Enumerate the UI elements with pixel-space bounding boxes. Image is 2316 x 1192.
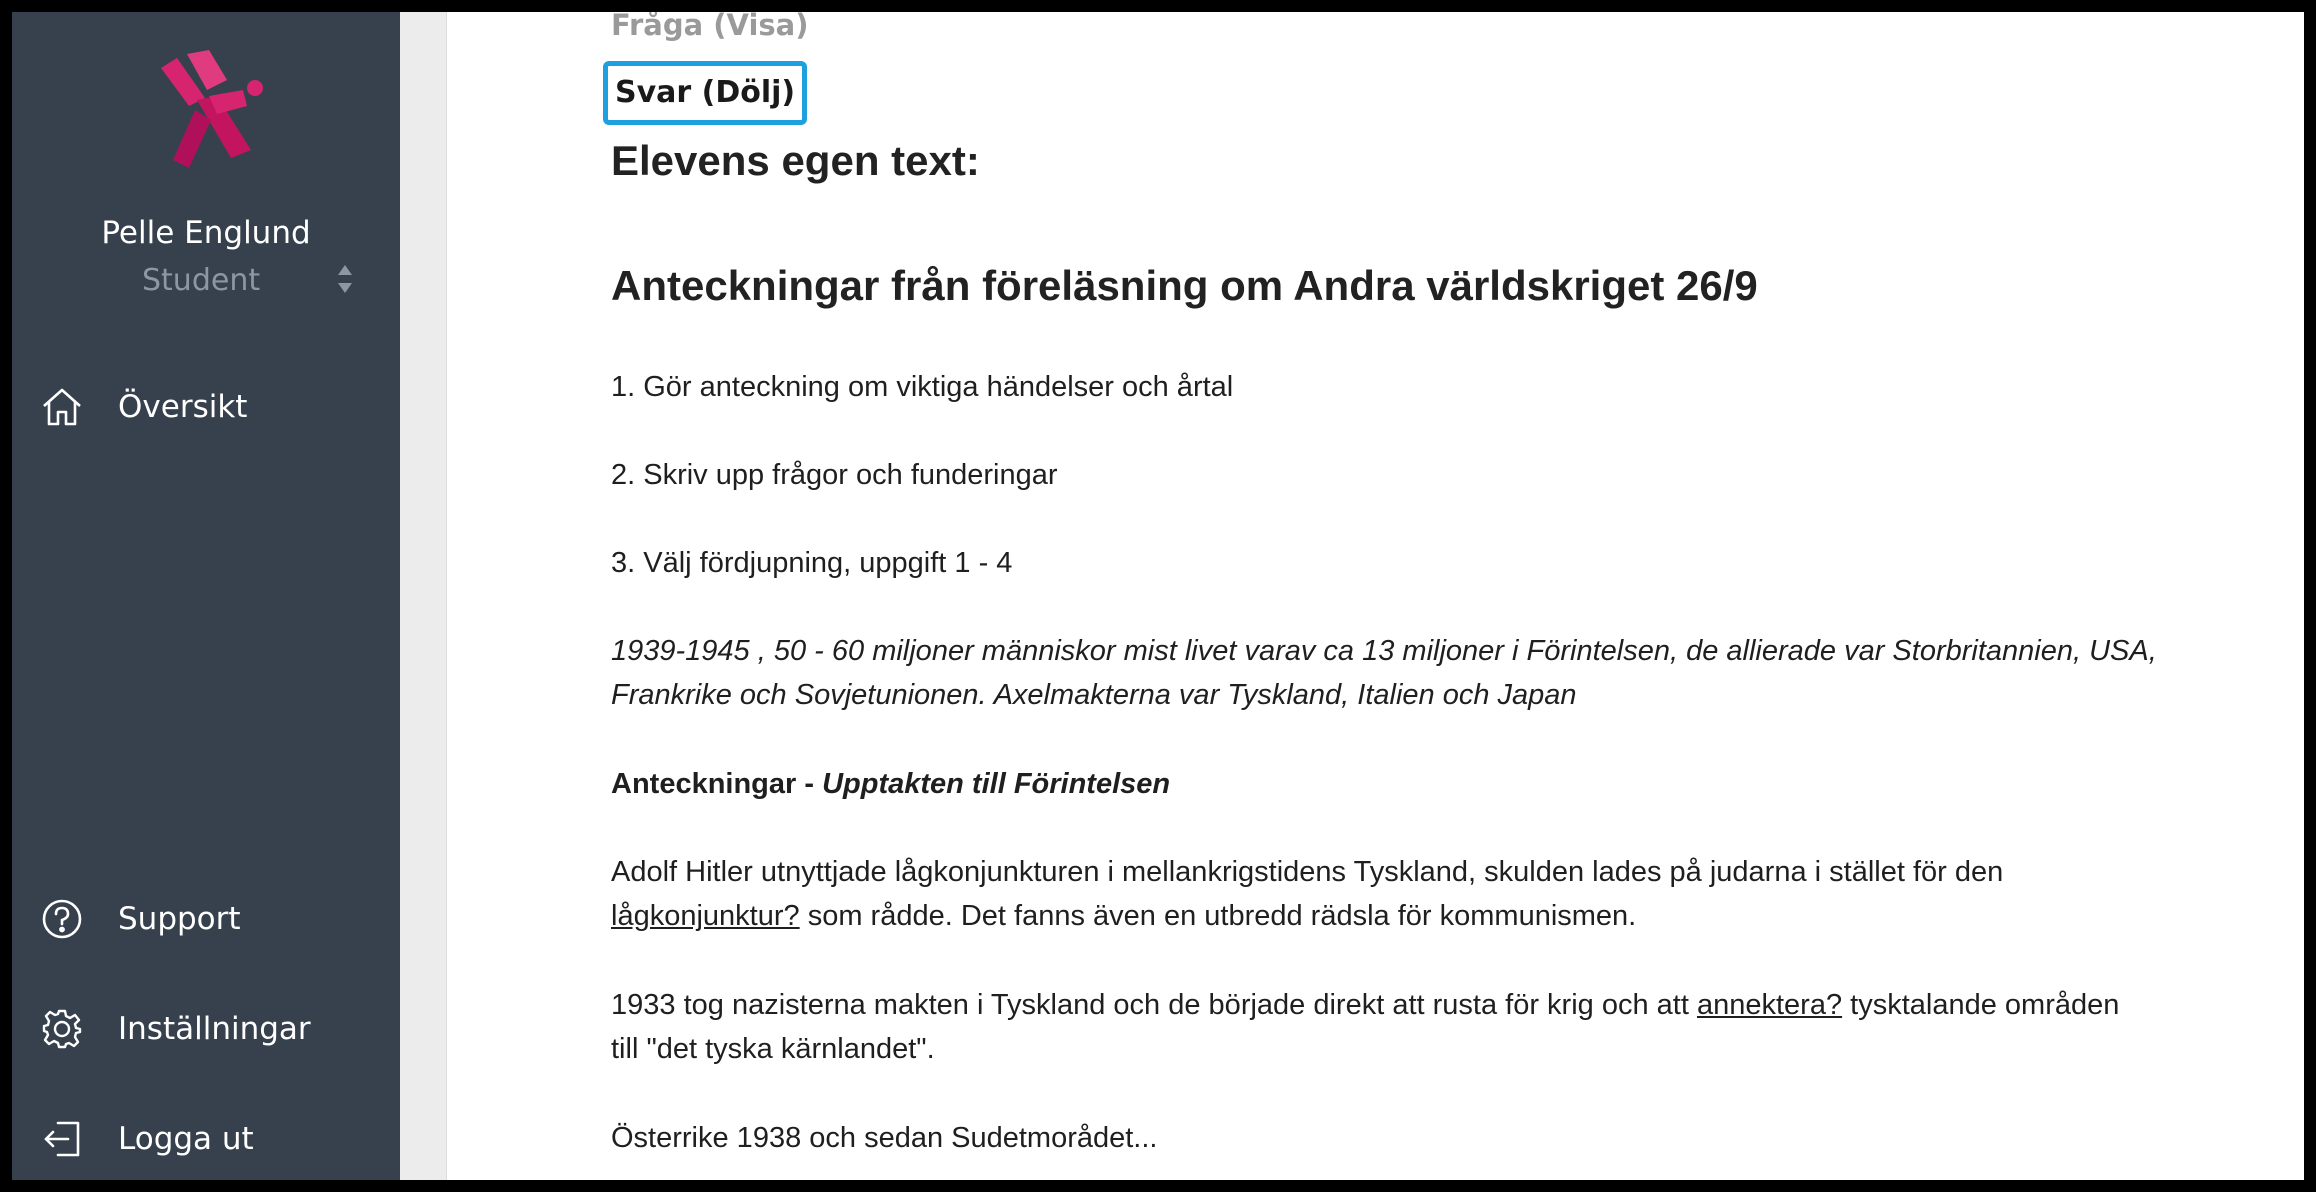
role-switch-icon[interactable] (333, 259, 357, 299)
comment-link[interactable]: lågkonjunktur? (611, 900, 800, 932)
comment-link[interactable]: annektera? (1697, 989, 1842, 1021)
logo-icon (161, 50, 263, 168)
user-role[interactable]: Student (142, 263, 260, 298)
summary-line: 1939-1945 , 50 - 60 miljoner människor m… (611, 635, 2157, 667)
notes-heading-topic: Upptakten till Förintelsen (822, 768, 1171, 800)
paragraph: Adolf Hitler utnyttjade lågkonjunkturen … (611, 850, 2291, 938)
gear-icon (38, 1005, 86, 1053)
sidebar-item-label: Logga ut (118, 1121, 254, 1157)
logout-icon (38, 1115, 86, 1163)
section-heading: Elevens egen text: (611, 137, 980, 184)
sidebar-item-label: Översikt (118, 389, 248, 425)
summary-paragraph: 1939-1945 , 50 - 60 miljoner människor m… (611, 629, 2291, 717)
paragraph-text: Adolf Hitler utnyttjade lågkonjunkturen … (611, 856, 2004, 888)
paragraph-text: till "det tyska kärnlandet". (611, 1033, 935, 1065)
question-toggle-button[interactable]: Fråga (Visa) (611, 12, 808, 42)
paragraph: Österrike 1938 och sedan Sudetmorådet... (611, 1122, 1158, 1154)
document-title: Anteckningar från föreläsning om Andra v… (611, 262, 1758, 309)
paragraph-text: 1933 tog nazisterna makten i Tyskland oc… (611, 989, 1697, 1021)
sidebar-item-logga-ut[interactable]: Logga ut (12, 1104, 400, 1174)
step-item: 1. Gör anteckning om viktiga händelser o… (611, 371, 1234, 403)
app-window: Pelle Englund Student Översikt Support I… (12, 12, 2304, 1180)
sidebar: Pelle Englund Student Översikt Support I… (12, 12, 400, 1180)
notes-heading-label: Anteckningar - (611, 768, 823, 800)
sidebar-item-oversikt[interactable]: Översikt (12, 372, 400, 442)
summary-line: Frankrike och Sovjetunionen. Axelmaktern… (611, 679, 1577, 711)
paragraph-text: tysktalande områden (1842, 989, 2120, 1021)
sidebar-item-installningar[interactable]: Inställningar (12, 994, 400, 1064)
notes-heading: Anteckningar - Upptakten till Förintelse… (611, 762, 2291, 806)
paragraph-text: som rådde. Det fanns även en utbredd räd… (799, 900, 1637, 932)
sidebar-item-label: Support (118, 901, 241, 937)
home-icon (38, 383, 86, 431)
step-item: 2. Skriv upp frågor och funderingar (611, 459, 1058, 491)
main-content: Fråga (Visa) Svar (Dölj) Elevens egen te… (447, 12, 2304, 1180)
help-circle-icon (38, 895, 86, 943)
answer-toggle-button[interactable]: Svar (Dölj) (603, 61, 808, 125)
sidebar-item-support[interactable]: Support (12, 884, 400, 954)
paragraph: 1933 tog nazisterna makten i Tyskland oc… (611, 983, 2291, 1071)
content-gutter (400, 12, 447, 1180)
sidebar-item-label: Inställningar (118, 1011, 311, 1047)
user-name: Pelle Englund (101, 215, 311, 251)
step-item: 3. Välj fördjupning, uppgift 1 - 4 (611, 547, 1013, 579)
